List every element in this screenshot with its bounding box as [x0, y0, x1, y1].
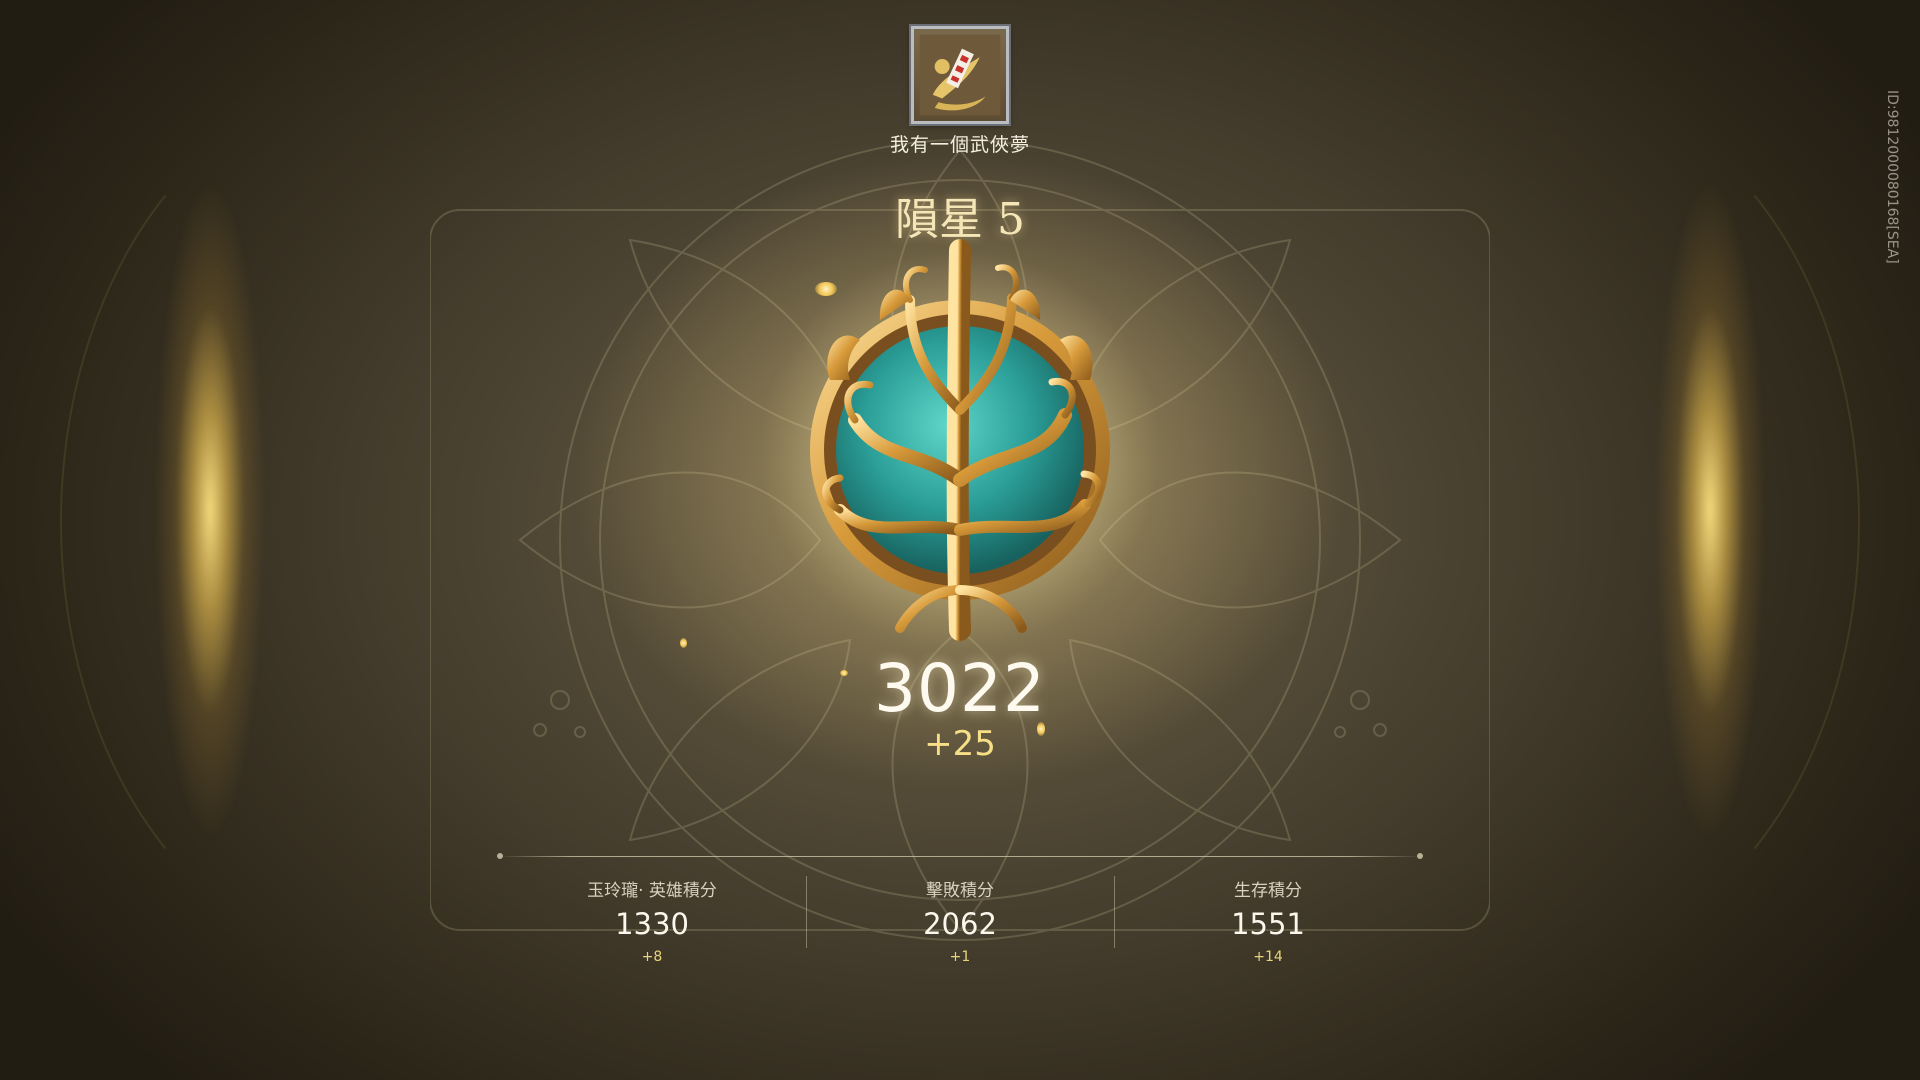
stat-defeat-score: 擊敗積分 2062 +1: [806, 872, 1114, 972]
floating-spark: [680, 638, 687, 648]
stat-survival-score: 生存積分 1551 +14: [1114, 872, 1422, 972]
divider-dot: [497, 853, 503, 859]
divider-dot: [1417, 853, 1423, 859]
floating-spark: [815, 282, 837, 296]
score-breakdown: 玉玲瓏· 英雄積分 1330 +8 擊敗積分 2062 +1 生存積分 1551…: [498, 872, 1422, 972]
stat-delta: +14: [1253, 949, 1283, 965]
stat-label: 擊敗積分: [926, 881, 994, 901]
player-id: ID:9812000080168[SEA]: [1884, 90, 1900, 264]
right-light-flare: [1540, 130, 1780, 890]
rank-score: 3022: [874, 650, 1046, 727]
rank-result-screen: 我有一個武俠夢 隕星 5 3022 +25 玉玲瓏· 英雄積分 1330 +8 …: [0, 0, 1920, 1080]
stat-delta: +8: [641, 949, 663, 965]
stat-hero-score: 玉玲瓏· 英雄積分 1330 +8: [498, 872, 806, 972]
title-emblem-icon: [919, 34, 1001, 116]
title-name: 我有一個武俠夢: [889, 134, 1030, 156]
title-emblem: [911, 26, 1009, 124]
stat-label: 玉玲瓏· 英雄積分: [587, 881, 717, 901]
stat-label: 生存積分: [1234, 881, 1302, 901]
stat-delta: +1: [949, 949, 971, 965]
rank-score-delta: +25: [924, 724, 996, 764]
stat-value: 1551: [1231, 907, 1305, 941]
left-light-flare: [140, 130, 380, 890]
stats-divider: [498, 856, 1422, 857]
stat-value: 2062: [923, 907, 997, 941]
stat-value: 1330: [615, 907, 689, 941]
